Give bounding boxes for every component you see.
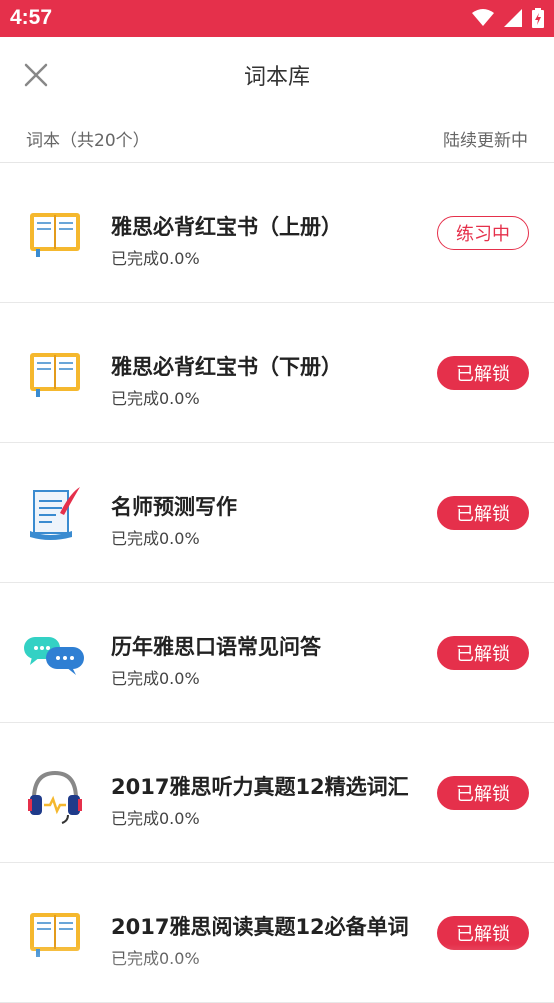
list-item[interactable]: 2017雅思听力真题12精选词汇 已完成0.0% 已解锁 (0, 723, 554, 863)
book-title: 雅思必背红宝书（上册） (111, 215, 342, 239)
book-title: 历年雅思口语常见问答 (111, 635, 321, 659)
book-title: 2017雅思听力真题12精选词汇 (111, 775, 409, 799)
more-coming-label: 陆续更新中 (443, 131, 528, 151)
battery-icon (532, 8, 544, 28)
status-time: 4:57 (10, 6, 53, 29)
book-progress: 已完成0.0% (111, 669, 200, 688)
headphones-icon (28, 770, 82, 824)
book-title: 雅思必背红宝书（下册） (111, 355, 342, 379)
list-item[interactable]: 2017雅思阅读真题12必备单词 已完成0.0% 已解锁 (0, 863, 554, 1003)
app-header: 词本库 (0, 37, 554, 112)
list-item[interactable]: 雅思必背红宝书（上册） 已完成0.0% 练习中 (0, 163, 554, 303)
list-summary-bar: 词本（共20个） 陆续更新中 (0, 112, 554, 163)
wordbook-list: 雅思必背红宝书（上册） 已完成0.0% 练习中 雅思必背红宝书（下册） 已完成0… (0, 163, 554, 1003)
unlocked-button[interactable]: 已解锁 (437, 916, 529, 950)
wifi-icon (472, 9, 494, 26)
book-count-label: 词本（共20个） (26, 131, 150, 151)
chat-bubbles-icon (24, 637, 84, 675)
status-icons (472, 8, 544, 28)
page-title: 词本库 (243, 65, 310, 90)
book-progress: 已完成0.0% (111, 529, 200, 548)
book-icon (30, 913, 80, 957)
book-icon (30, 213, 80, 257)
list-item[interactable]: 名师预测写作 已完成0.0% 已解锁 (0, 443, 554, 583)
book-title: 2017雅思阅读真题12必备单词 (111, 915, 409, 939)
list-item[interactable]: 雅思必背红宝书（下册） 已完成0.0% 已解锁 (0, 303, 554, 443)
status-bar: 4:57 (0, 0, 554, 37)
unlocked-button[interactable]: 已解锁 (437, 776, 529, 810)
book-title: 名师预测写作 (111, 495, 237, 519)
signal-icon (504, 9, 522, 27)
book-progress: 已完成0.0% (111, 389, 200, 408)
book-progress: 已完成0.0% (111, 809, 200, 828)
unlocked-button[interactable]: 已解锁 (437, 356, 529, 390)
writing-icon (30, 487, 80, 540)
unlocked-button[interactable]: 已解锁 (437, 636, 529, 670)
book-progress: 已完成0.0% (111, 949, 200, 968)
book-progress: 已完成0.0% (111, 249, 200, 268)
book-icon (30, 353, 80, 397)
unlocked-button[interactable]: 已解锁 (437, 496, 529, 530)
practicing-button[interactable]: 练习中 (437, 216, 529, 250)
list-item[interactable]: 历年雅思口语常见问答 已完成0.0% 已解锁 (0, 583, 554, 723)
